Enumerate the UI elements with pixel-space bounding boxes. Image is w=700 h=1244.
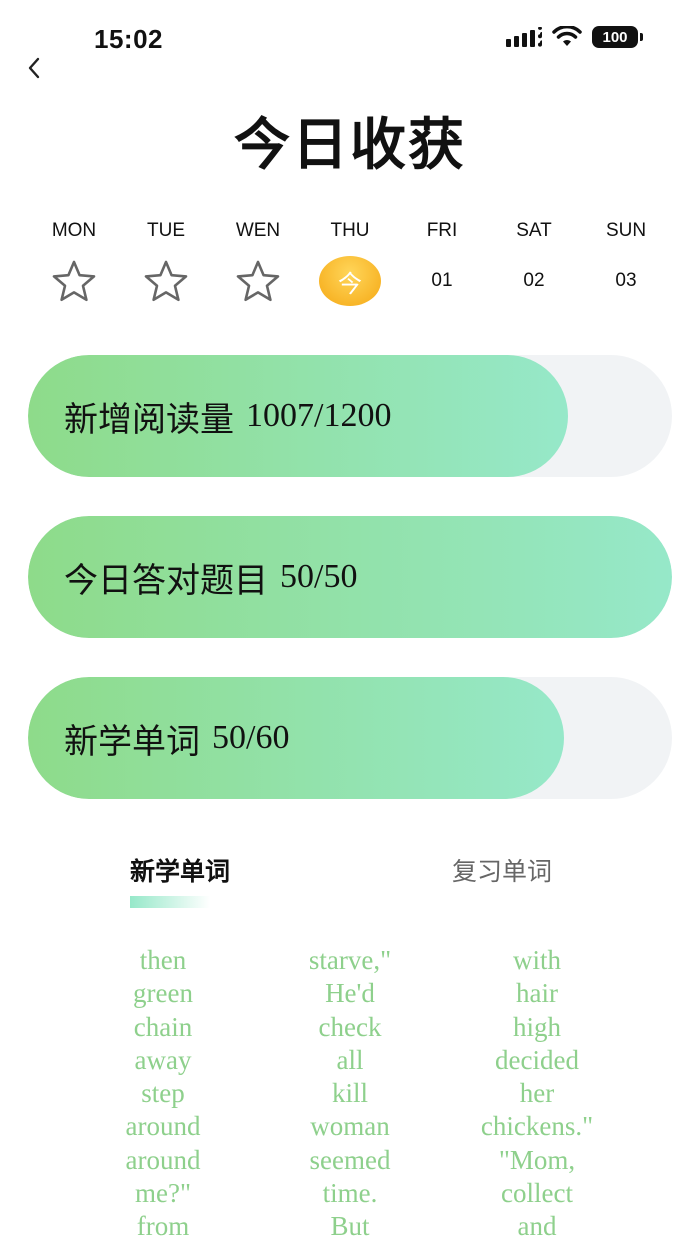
day-date: 03 xyxy=(615,256,636,306)
word-column: with hair high decided her chickens." "Mom, col… xyxy=(444,944,630,1244)
day-date: 01 xyxy=(431,256,452,306)
word-item[interactable]: woman xyxy=(310,1110,389,1143)
word-item[interactable]: from xyxy=(137,1210,189,1243)
battery-level: 100 xyxy=(602,28,628,46)
progress-label: 新学单词 50/60 xyxy=(64,677,289,799)
day-label: FRI xyxy=(426,220,458,241)
tab-new-words[interactable]: 新学单词 xyxy=(130,852,230,888)
active-tab-indicator xyxy=(130,896,210,908)
progress-label: 新增阅读量 1007/1200 xyxy=(64,355,391,477)
day-mon[interactable]: MON xyxy=(28,220,120,306)
progress-reading: 新增阅读量 1007/1200 xyxy=(28,355,672,477)
word-item[interactable]: with xyxy=(513,944,561,977)
progress-label: 今日答对题目 50/50 xyxy=(64,516,357,638)
wifi-icon xyxy=(552,26,582,46)
today-badge: 今 xyxy=(319,256,381,306)
day-label: SAT xyxy=(516,220,552,241)
word-item[interactable]: He'd xyxy=(325,977,375,1010)
today-marker: 今 xyxy=(319,256,381,306)
day-label: THU xyxy=(330,220,370,241)
day-tue[interactable]: TUE xyxy=(120,220,212,306)
progress-title: 新增阅读量 xyxy=(64,399,234,440)
word-item[interactable]: time. xyxy=(323,1177,378,1210)
word-column: then green chain away step around around me?" fr… xyxy=(70,944,256,1244)
star-icon xyxy=(235,256,281,306)
word-column: starve," He'd check all kill woman seemed time.… xyxy=(257,944,443,1244)
page-title: 今日收获 xyxy=(234,113,466,178)
progress-title: 今日答对题目 xyxy=(64,560,268,601)
word-item[interactable]: chickens." xyxy=(481,1110,593,1143)
word-item[interactable]: around xyxy=(126,1110,201,1143)
star-icon xyxy=(51,256,97,306)
progress-value: 1007/1200 xyxy=(246,397,392,434)
battery-icon: 100 xyxy=(592,26,643,48)
day-number: 03 xyxy=(615,270,637,291)
word-tabs: 新学单词 复习单词 xyxy=(0,852,700,912)
day-fri[interactable]: FRI 01 xyxy=(396,220,488,306)
word-item[interactable]: around xyxy=(126,1144,201,1177)
word-item[interactable]: starve," xyxy=(309,944,391,977)
word-item[interactable]: green xyxy=(133,977,193,1010)
word-item[interactable]: and xyxy=(518,1210,557,1243)
day-label: WEN xyxy=(235,220,281,241)
day-sat[interactable]: SAT 02 xyxy=(488,220,580,306)
progress-title: 新学单词 xyxy=(64,721,200,762)
word-item[interactable]: step xyxy=(141,1077,185,1110)
word-item[interactable]: all xyxy=(337,1044,364,1077)
day-sun[interactable]: SUN 03 xyxy=(580,220,672,306)
progress-value: 50/60 xyxy=(212,719,290,756)
word-item[interactable]: high xyxy=(513,1011,561,1044)
word-item[interactable]: check xyxy=(319,1011,382,1044)
word-item[interactable]: decided xyxy=(495,1044,579,1077)
word-item[interactable]: her xyxy=(520,1077,554,1110)
day-label: TUE xyxy=(147,220,185,241)
word-item[interactable]: then xyxy=(140,944,187,977)
word-item[interactable]: "Mom, xyxy=(499,1144,575,1177)
word-item[interactable]: But xyxy=(330,1210,369,1243)
star-icon xyxy=(143,256,189,306)
word-item[interactable]: chain xyxy=(134,1011,192,1044)
progress-value: 50/50 xyxy=(280,558,358,595)
signal-icon xyxy=(506,27,542,47)
word-item[interactable]: collect xyxy=(501,1177,573,1210)
day-label: SUN xyxy=(605,220,647,241)
progress-correct-answers: 今日答对题目 50/50 xyxy=(28,516,672,638)
tab-review-words[interactable]: 复习单词 xyxy=(452,852,552,888)
day-wen[interactable]: WEN xyxy=(212,220,304,306)
word-item[interactable]: kill xyxy=(332,1077,368,1110)
week-calendar: MON TUE WEN THU 今 FRI 01 SAT 02 SUN 03 xyxy=(28,220,672,306)
status-bar: 15:02 100 xyxy=(0,0,700,70)
chevron-left-icon xyxy=(28,57,40,79)
day-number: 01 xyxy=(431,270,453,291)
status-icons: 100 xyxy=(506,26,643,48)
word-item[interactable]: hair xyxy=(516,977,558,1010)
day-date: 02 xyxy=(523,256,544,306)
day-thu[interactable]: THU 今 xyxy=(304,220,396,306)
day-label: MON xyxy=(51,220,97,241)
word-item[interactable]: seemed xyxy=(310,1144,391,1177)
word-item[interactable]: me?" xyxy=(135,1177,191,1210)
status-time: 15:02 xyxy=(94,24,163,54)
back-button[interactable] xyxy=(20,54,48,82)
word-list: then green chain away step around around me?" fr… xyxy=(70,944,630,1244)
word-item[interactable]: away xyxy=(135,1044,192,1077)
day-number: 02 xyxy=(523,270,545,291)
progress-new-words: 新学单词 50/60 xyxy=(28,677,672,799)
